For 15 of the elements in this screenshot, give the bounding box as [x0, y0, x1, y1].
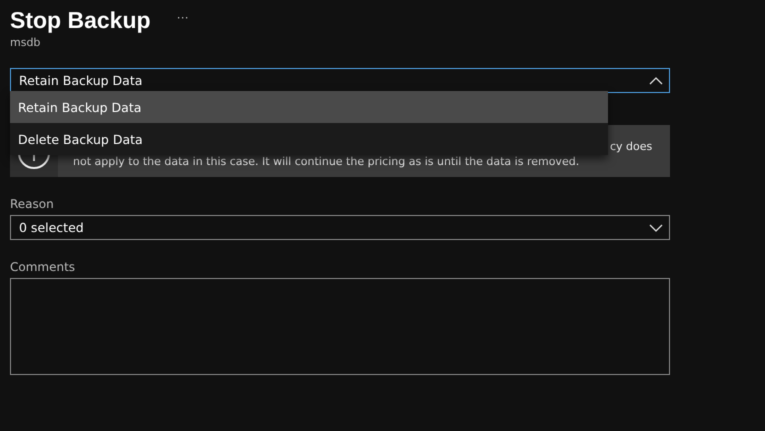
page-title: Stop Backup — [10, 6, 151, 34]
info-icon — [17, 155, 51, 169]
reason-label: Reason — [10, 197, 55, 211]
banner-text: not apply to the data in this case. It will continue the pricing as is until the data is removed. — [73, 154, 580, 169]
chevron-icon — [649, 224, 663, 232]
more-button[interactable]: ··· — [172, 10, 193, 24]
comments-field[interactable] — [10, 278, 670, 375]
banner-text: cy does — [610, 139, 652, 154]
dropdown-option[interactable]: Retain Backup Data — [10, 91, 608, 123]
page-subtitle: msdb — [10, 36, 42, 49]
reason-select[interactable]: 0 selected — [10, 215, 670, 240]
comments-label: Comments — [10, 260, 76, 274]
dropdown-option[interactable]: Delete Backup Data — [10, 123, 608, 155]
action-dropdown[interactable]: Retain Backup Data — [10, 68, 670, 93]
chevron-icon — [649, 76, 663, 84]
